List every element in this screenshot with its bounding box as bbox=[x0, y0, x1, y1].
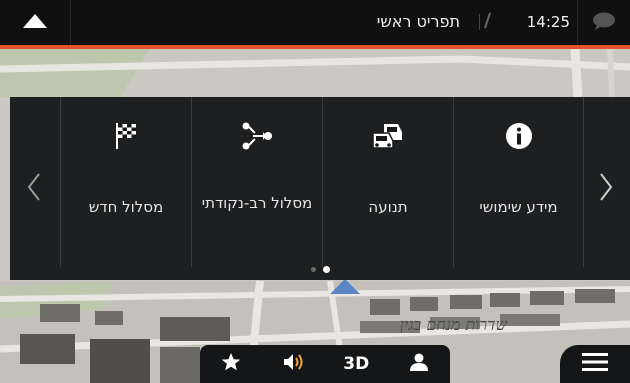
next-page-button[interactable] bbox=[582, 97, 630, 280]
accent-bar bbox=[0, 45, 630, 49]
traffic-cars-icon bbox=[323, 119, 453, 153]
messages-button[interactable] bbox=[578, 0, 630, 45]
favorites-button[interactable] bbox=[203, 345, 259, 383]
page-dot bbox=[310, 266, 316, 272]
page-dot-active bbox=[322, 265, 330, 273]
map-toolbar: 3D bbox=[200, 345, 450, 383]
menu-tile-label: מסלול רב-נקודתי bbox=[201, 194, 313, 212]
volume-button[interactable] bbox=[266, 345, 322, 383]
chevron-right-icon bbox=[599, 172, 613, 206]
chat-bubble-icon bbox=[591, 11, 617, 35]
profile-button[interactable] bbox=[391, 345, 447, 383]
menu-tile-useful-info[interactable]: מידע שימושי bbox=[453, 97, 584, 267]
top-bar: תפריט ראשי 14:25 bbox=[0, 0, 630, 45]
menu-tile-new-route[interactable]: מסלול חדש bbox=[60, 97, 191, 267]
navigation-screen: שדרות מנחם בגין תפריט ראשי 14:25 מסלול ח… bbox=[0, 0, 630, 383]
up-arrow-icon bbox=[22, 13, 48, 33]
checkered-flag-icon bbox=[61, 119, 191, 153]
title-separator bbox=[479, 14, 480, 30]
menu-tile-label: תנועה bbox=[368, 198, 408, 216]
chevron-left-icon bbox=[27, 172, 41, 206]
menu-tile-traffic[interactable]: תנועה bbox=[322, 97, 453, 267]
info-icon bbox=[454, 119, 583, 153]
signal-icon bbox=[484, 10, 492, 34]
speaker-icon bbox=[282, 352, 306, 377]
map-road-label: שדרות מנחם בגין bbox=[400, 315, 507, 334]
page-title: תפריט ראשי bbox=[376, 12, 460, 31]
multi-waypoint-icon bbox=[192, 119, 322, 153]
menu-tiles: מסלול חדש מסלול רב-נקודתי תנועה מידע שימ… bbox=[60, 97, 584, 280]
clock-time: 14:25 bbox=[526, 13, 570, 31]
menu-tile-label: מסלול חדש bbox=[88, 198, 164, 216]
menu-tile-multi-route[interactable]: מסלול רב-נקודתי bbox=[191, 97, 322, 267]
menu-tile-label: מידע שימושי bbox=[479, 198, 558, 216]
main-menu-panel: מסלול חדש מסלול רב-נקודתי תנועה מידע שימ… bbox=[10, 97, 630, 280]
hamburger-menu-button[interactable] bbox=[560, 345, 630, 383]
view-mode-button[interactable]: 3D bbox=[328, 345, 384, 383]
home-button[interactable] bbox=[0, 0, 71, 45]
page-indicator bbox=[10, 264, 630, 274]
previous-page-button[interactable] bbox=[10, 97, 58, 280]
user-icon bbox=[409, 352, 429, 377]
star-icon bbox=[221, 352, 241, 377]
hamburger-icon bbox=[582, 352, 608, 376]
